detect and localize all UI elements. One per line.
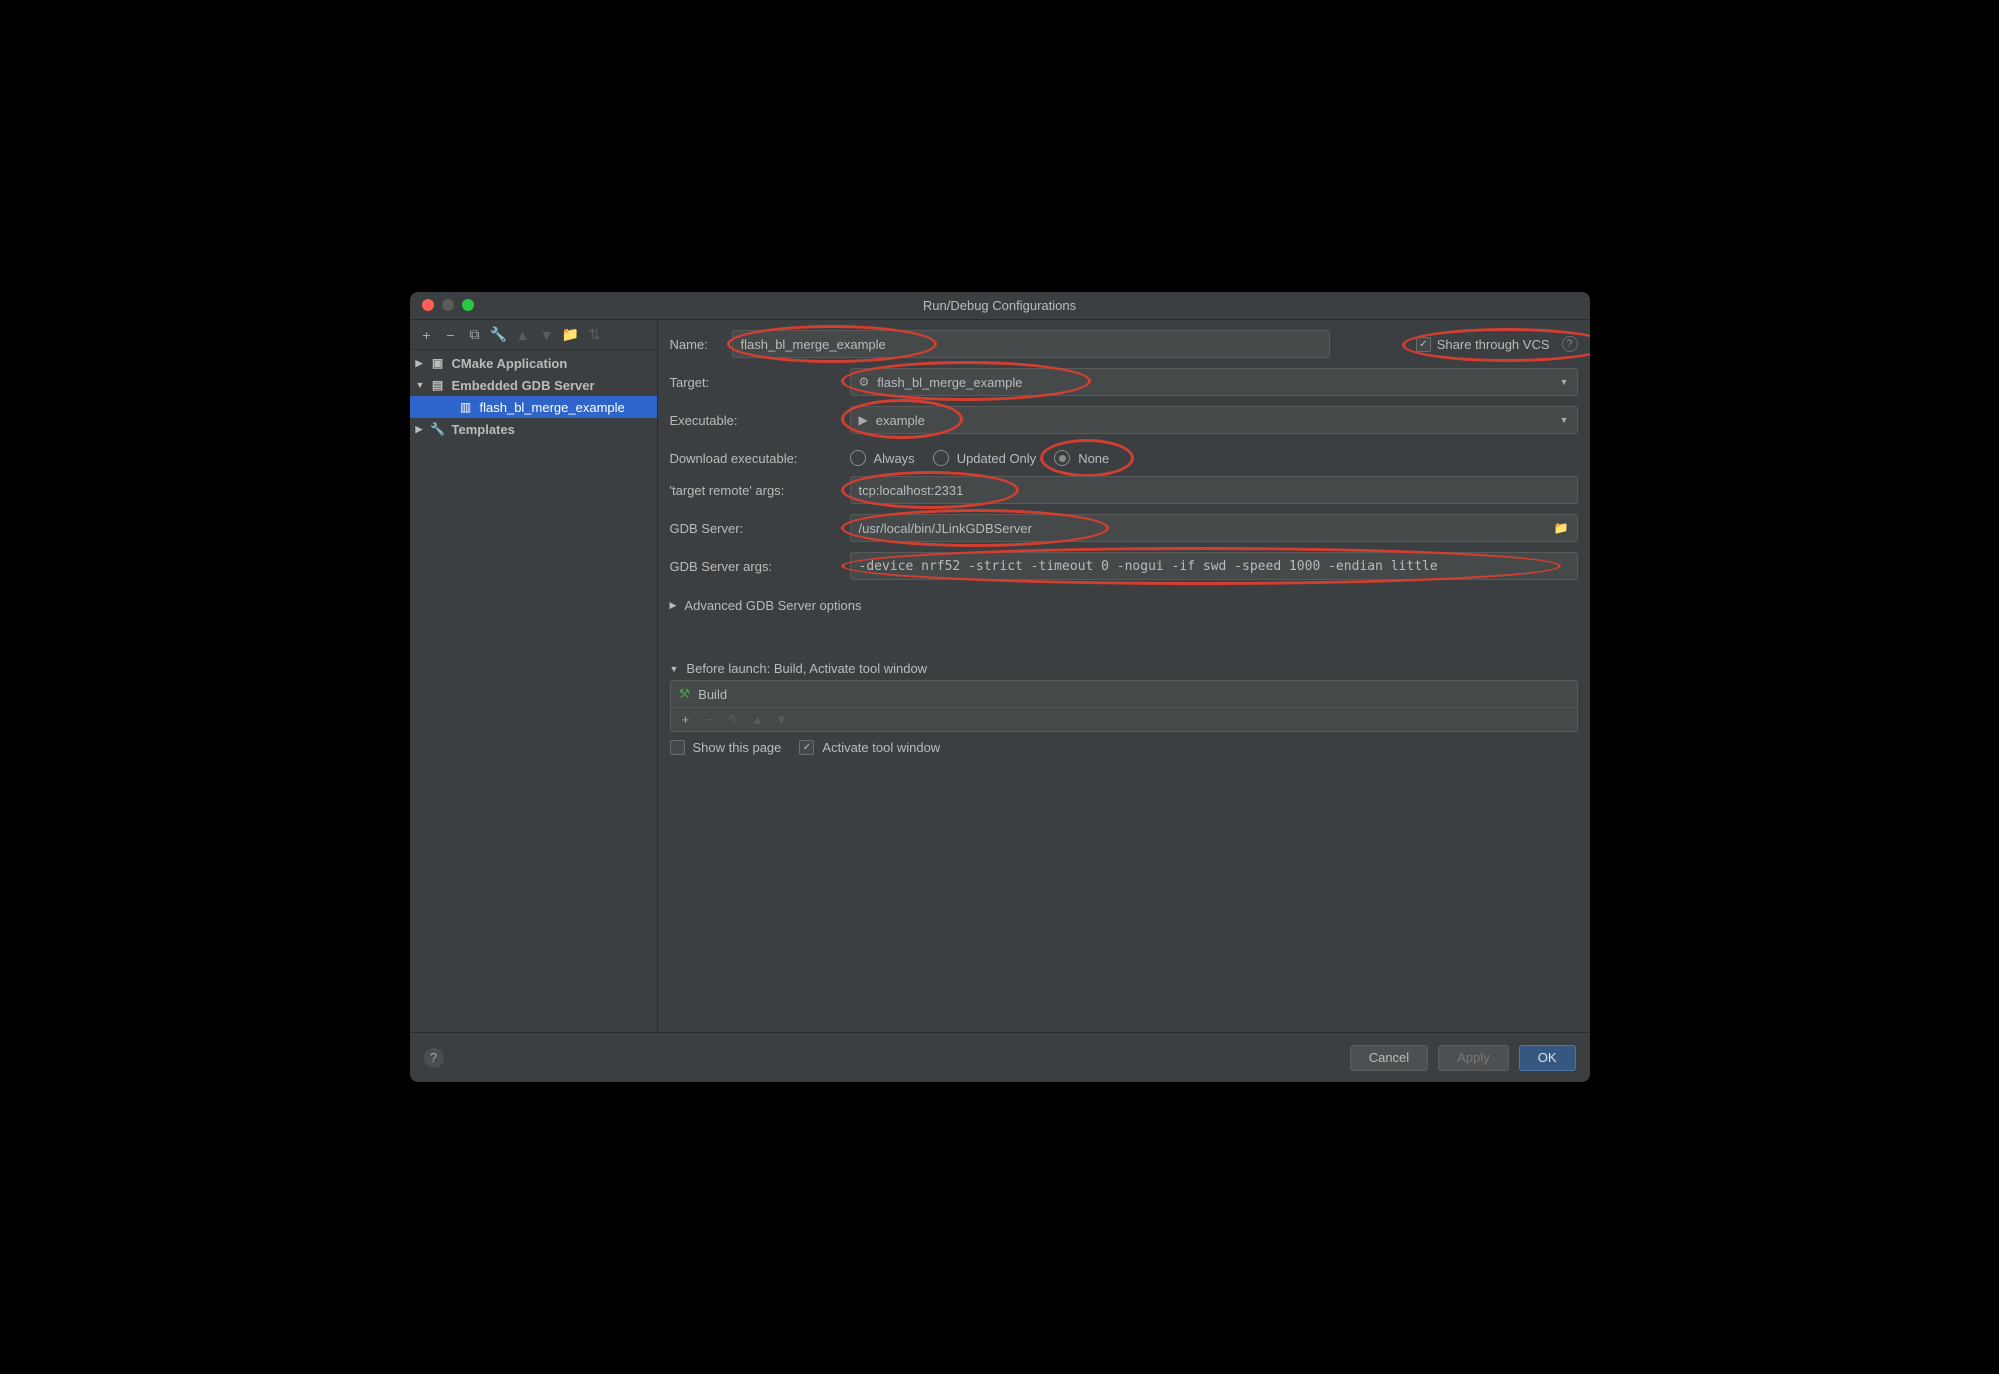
- sort-icon[interactable]: ⇅: [586, 326, 604, 344]
- remove-icon[interactable]: −: [701, 712, 719, 727]
- remove-icon[interactable]: −: [442, 326, 460, 344]
- download-radio-group: Always Updated Only None: [850, 450, 1110, 466]
- activate-window-label: Activate tool window: [822, 740, 940, 755]
- advanced-label: Advanced GDB Server options: [684, 598, 861, 613]
- traffic-lights: [422, 299, 474, 311]
- radio-label: None: [1078, 451, 1109, 466]
- radio-updated[interactable]: Updated Only: [933, 450, 1037, 466]
- chip-icon: ▤: [430, 378, 446, 392]
- tree-label: Templates: [452, 422, 515, 437]
- apply-button[interactable]: Apply: [1438, 1045, 1509, 1071]
- advanced-gdb-toggle[interactable]: ▶ Advanced GDB Server options: [670, 598, 1578, 613]
- before-launch-toggle[interactable]: ▼ Before launch: Build, Activate tool wi…: [670, 661, 1578, 676]
- tree-label: flash_bl_merge_example: [480, 400, 625, 415]
- move-up-icon[interactable]: ▲: [749, 712, 767, 727]
- close-window-icon[interactable]: [422, 299, 434, 311]
- gear-icon: ⚙: [859, 375, 870, 389]
- tree-node-cmake-application[interactable]: ▶ ▣ CMake Application: [410, 352, 657, 374]
- show-page-label: Show this page: [693, 740, 782, 755]
- expand-icon: ▶: [670, 600, 677, 611]
- show-page-checkbox-row[interactable]: Show this page: [670, 740, 782, 755]
- wrench-icon[interactable]: 🔧: [490, 326, 508, 344]
- gdb-server-value: /usr/local/bin/JLinkGDBServer: [859, 521, 1032, 536]
- hammer-icon: ⚒: [679, 686, 691, 702]
- sidebar-toolbar: + − ⧉ 🔧 ▲ ▼ 📁 ⇅: [410, 320, 657, 350]
- executable-label: Executable:: [670, 413, 850, 428]
- remote-args-input[interactable]: tcp:localhost:2331: [850, 476, 1578, 504]
- radio-always[interactable]: Always: [850, 450, 915, 466]
- activate-window-checkbox-row[interactable]: Activate tool window: [799, 740, 940, 755]
- titlebar: Run/Debug Configurations: [410, 292, 1590, 320]
- tree-label: CMake Application: [452, 356, 568, 371]
- gdb-server-input[interactable]: /usr/local/bin/JLinkGDBServer 📁: [850, 514, 1578, 542]
- window-title: Run/Debug Configurations: [923, 298, 1076, 313]
- remote-args-label: 'target remote' args:: [670, 483, 850, 498]
- radio-label: Always: [874, 451, 915, 466]
- remote-args-value: tcp:localhost:2331: [859, 483, 964, 498]
- gdb-args-label: GDB Server args:: [670, 559, 850, 574]
- target-dropdown[interactable]: ⚙ flash_bl_merge_example ▼: [850, 368, 1578, 396]
- add-icon[interactable]: +: [677, 712, 695, 727]
- executable-dropdown[interactable]: ▶ example ▼: [850, 406, 1578, 434]
- tree-label: Embedded GDB Server: [452, 378, 595, 393]
- expand-icon: ▶: [416, 424, 430, 435]
- target-value: flash_bl_merge_example: [877, 375, 1022, 390]
- radio-icon: [933, 450, 949, 466]
- run-debug-config-window: Run/Debug Configurations + − ⧉ 🔧 ▲ ▼ 📁 ⇅…: [410, 292, 1590, 1082]
- gdb-server-label: GDB Server:: [670, 521, 850, 536]
- before-item-label: Build: [698, 687, 727, 702]
- zoom-window-icon[interactable]: [462, 299, 474, 311]
- before-launch-label: Before launch: Build, Activate tool wind…: [686, 661, 927, 676]
- move-down-icon[interactable]: ▼: [773, 712, 791, 727]
- before-launch-list: ⚒ Build + − ✎ ▲ ▼: [670, 680, 1578, 732]
- target-label: Target:: [670, 375, 850, 390]
- add-icon[interactable]: +: [418, 326, 436, 344]
- before-launch-toolbar: + − ✎ ▲ ▼: [671, 707, 1577, 731]
- name-label: Name:: [670, 337, 732, 352]
- tree-node-templates[interactable]: ▶ 🔧 Templates: [410, 418, 657, 440]
- radio-icon: [850, 450, 866, 466]
- copy-icon[interactable]: ⧉: [466, 326, 484, 344]
- move-up-icon[interactable]: ▲: [514, 326, 532, 344]
- cancel-button[interactable]: Cancel: [1350, 1045, 1428, 1071]
- chevron-down-icon: ▼: [1560, 415, 1569, 425]
- collapse-icon: ▼: [670, 664, 679, 674]
- radio-icon: [1054, 450, 1070, 466]
- footer: ? Cancel Apply OK: [410, 1032, 1590, 1082]
- share-vcs-label: Share through VCS: [1437, 337, 1550, 352]
- minimize-window-icon: [442, 299, 454, 311]
- name-input[interactable]: flash_bl_merge_example: [732, 330, 1330, 358]
- app-icon: ▣: [430, 356, 446, 370]
- radio-none[interactable]: None: [1054, 450, 1109, 466]
- chevron-down-icon: ▼: [1560, 377, 1569, 387]
- activate-window-checkbox[interactable]: [799, 740, 814, 755]
- body: + − ⧉ 🔧 ▲ ▼ 📁 ⇅ ▶ ▣ CMake Application ▼ …: [410, 320, 1590, 1032]
- move-down-icon[interactable]: ▼: [538, 326, 556, 344]
- gdb-args-value: -device nrf52 -strict -timeout 0 -nogui …: [859, 559, 1438, 574]
- help-button[interactable]: ?: [424, 1048, 444, 1068]
- download-label: Download executable:: [670, 451, 850, 466]
- collapse-icon: ▼: [416, 380, 430, 390]
- show-page-checkbox[interactable]: [670, 740, 685, 755]
- expand-icon: ▶: [416, 358, 430, 369]
- gdb-args-input[interactable]: -device nrf52 -strict -timeout 0 -nogui …: [850, 552, 1578, 580]
- name-value: flash_bl_merge_example: [741, 337, 886, 352]
- before-launch-build-item[interactable]: ⚒ Build: [671, 681, 1577, 707]
- share-vcs-checkbox[interactable]: [1416, 337, 1431, 352]
- executable-value: example: [876, 413, 925, 428]
- tree-node-embedded-gdb[interactable]: ▼ ▤ Embedded GDB Server: [410, 374, 657, 396]
- sidebar: + − ⧉ 🔧 ▲ ▼ 📁 ⇅ ▶ ▣ CMake Application ▼ …: [410, 320, 658, 1032]
- ok-button[interactable]: OK: [1519, 1045, 1576, 1071]
- wrench-icon: 🔧: [430, 422, 446, 436]
- help-icon[interactable]: ?: [1562, 336, 1578, 352]
- config-tree: ▶ ▣ CMake Application ▼ ▤ Embedded GDB S…: [410, 350, 657, 1032]
- play-icon: ▶: [859, 413, 868, 427]
- folder-icon[interactable]: 📁: [562, 326, 580, 344]
- radio-label: Updated Only: [957, 451, 1037, 466]
- edit-icon[interactable]: ✎: [725, 712, 743, 728]
- browse-icon[interactable]: 📁: [1554, 521, 1569, 535]
- chip-icon: ▥: [458, 400, 474, 414]
- tree-node-flash-bl-merge-example[interactable]: ▥ flash_bl_merge_example: [410, 396, 657, 418]
- main-form: Name: flash_bl_merge_example Share throu…: [658, 320, 1590, 1032]
